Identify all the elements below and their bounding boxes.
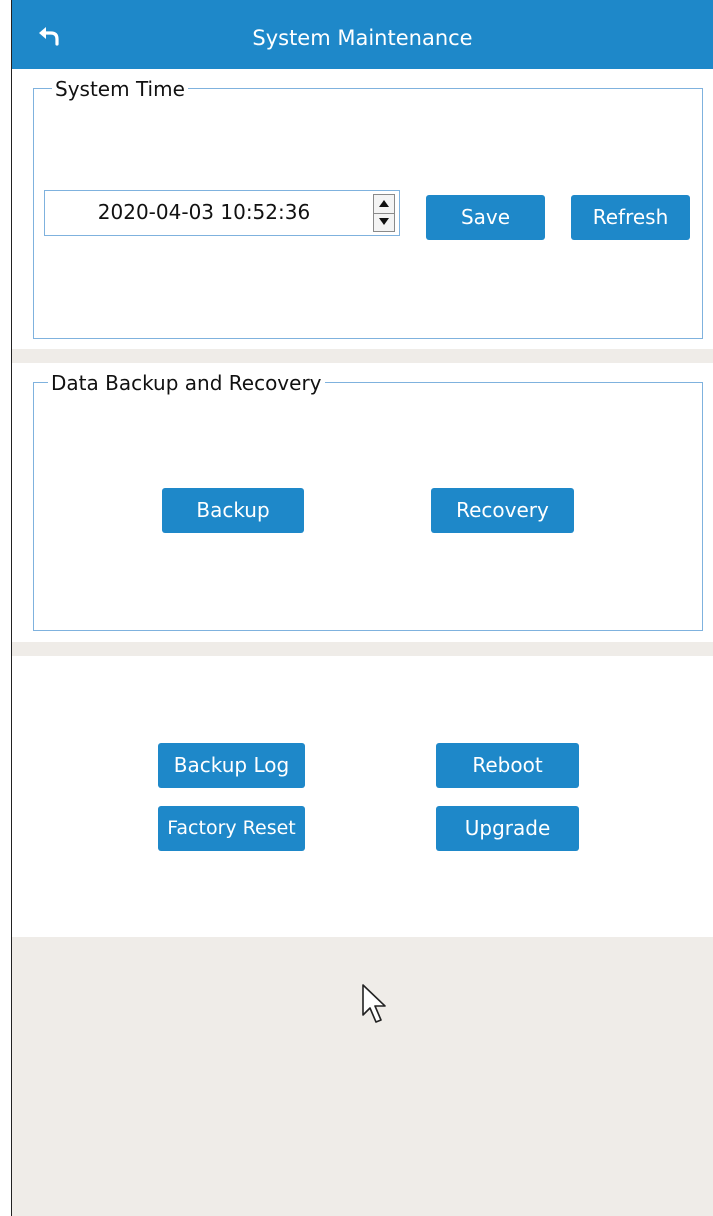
title-bar: System Maintenance bbox=[12, 0, 713, 69]
backup-recovery-legend: Data Backup and Recovery bbox=[48, 371, 325, 395]
backup-log-button[interactable]: Backup Log bbox=[158, 743, 305, 788]
spin-down-icon[interactable] bbox=[374, 213, 394, 231]
section-separator bbox=[12, 349, 713, 363]
upgrade-button[interactable]: Upgrade bbox=[436, 806, 579, 851]
left-window-edge bbox=[0, 0, 12, 1216]
page-title: System Maintenance bbox=[252, 26, 473, 50]
datetime-spinbox[interactable]: 2020-04-03 10:52:36 bbox=[44, 190, 400, 236]
reboot-button[interactable]: Reboot bbox=[436, 743, 579, 788]
spin-up-icon[interactable] bbox=[374, 195, 394, 214]
recovery-button[interactable]: Recovery bbox=[431, 488, 574, 533]
refresh-button[interactable]: Refresh bbox=[571, 195, 690, 240]
save-button[interactable]: Save bbox=[426, 195, 545, 240]
backup-recovery-group: Data Backup and Recovery bbox=[33, 371, 703, 631]
spin-buttons bbox=[373, 194, 395, 232]
system-time-legend: System Time bbox=[52, 77, 188, 101]
factory-reset-button[interactable]: Factory Reset bbox=[158, 806, 305, 851]
empty-content-area bbox=[12, 937, 713, 1216]
backup-button[interactable]: Backup bbox=[162, 488, 304, 533]
maintenance-actions-panel bbox=[12, 656, 713, 937]
datetime-value[interactable]: 2020-04-03 10:52:36 bbox=[45, 200, 363, 224]
section-separator bbox=[12, 642, 713, 656]
mouse-pointer-icon bbox=[361, 983, 391, 1025]
